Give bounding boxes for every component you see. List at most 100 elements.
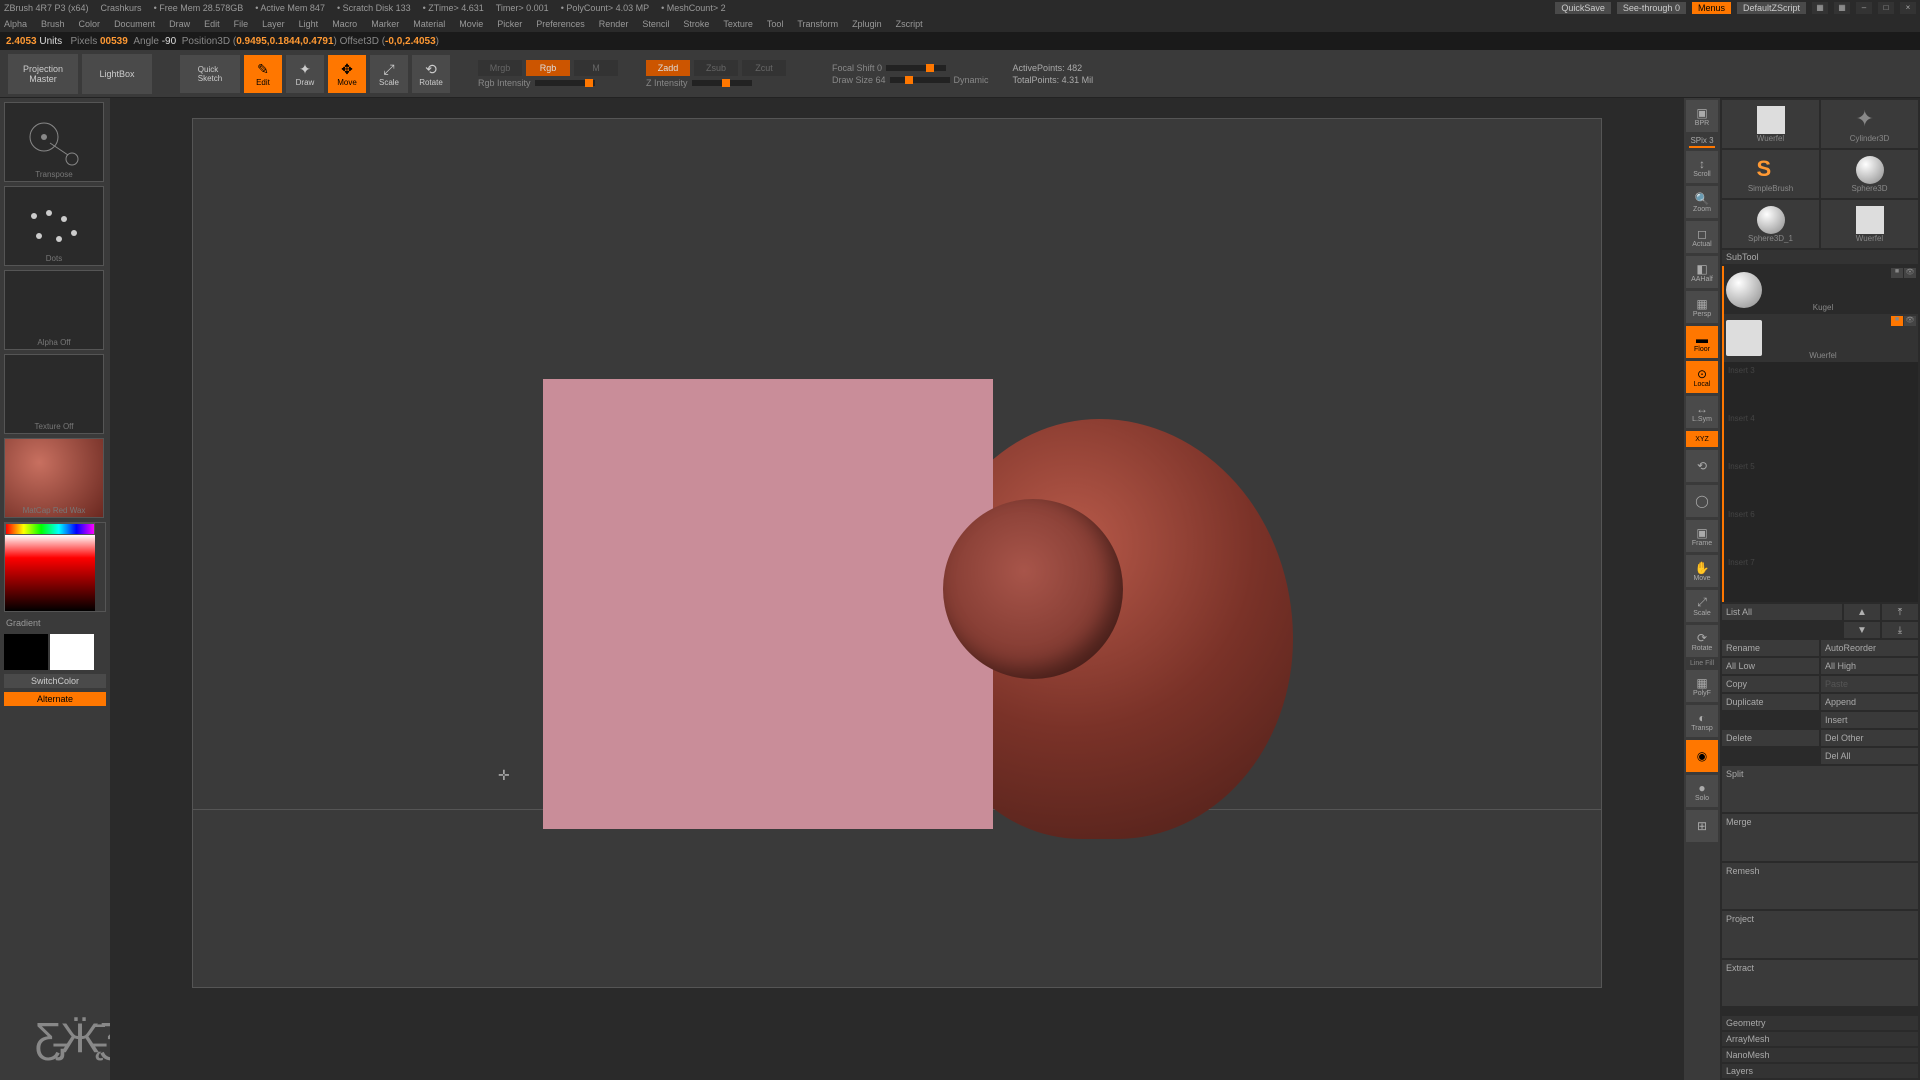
z-intensity-slider[interactable]: [692, 80, 752, 86]
lsym-button[interactable]: ↔L.Sym: [1686, 396, 1718, 428]
draw-size-slider[interactable]: [890, 77, 950, 83]
menu-brush[interactable]: Brush: [41, 19, 65, 29]
tool-cylinder[interactable]: ✦Cylinder3D: [1821, 100, 1918, 148]
extract-button[interactable]: Extract: [1722, 960, 1918, 1006]
move-up-button[interactable]: ▲: [1844, 604, 1880, 620]
texture-slot[interactable]: Texture Off: [4, 354, 104, 434]
vis-toggle[interactable]: 👁: [1904, 268, 1916, 278]
draw-mode-button[interactable]: ✦Draw: [286, 55, 324, 93]
solo-button[interactable]: ●Solo: [1686, 775, 1718, 807]
tool-sphere3d[interactable]: Sphere3D: [1821, 150, 1918, 198]
xpose-button[interactable]: ⊞: [1686, 810, 1718, 842]
color-field[interactable]: [5, 535, 95, 611]
merge-button[interactable]: Merge: [1722, 814, 1918, 860]
edit-mode-button[interactable]: ✎Edit: [244, 55, 282, 93]
menu-light[interactable]: Light: [299, 19, 319, 29]
menu-marker[interactable]: Marker: [371, 19, 399, 29]
scale-mode-button[interactable]: ⤢Scale: [370, 55, 408, 93]
icon-btn-2[interactable]: ▦: [1834, 2, 1850, 14]
icon-btn-1[interactable]: ▦: [1812, 2, 1828, 14]
menu-document[interactable]: Document: [114, 19, 155, 29]
xyz-button[interactable]: XYZ: [1686, 431, 1718, 447]
see-through-slider[interactable]: See-through 0: [1617, 2, 1686, 14]
paste-button[interactable]: Paste: [1821, 676, 1918, 692]
alpha-slot[interactable]: Alpha Off: [4, 270, 104, 350]
rename-button[interactable]: Rename: [1722, 640, 1819, 656]
subtool-wuerfel[interactable]: ■👁 Wuerfel: [1724, 314, 1918, 362]
empty-slot[interactable]: Insert 5: [1724, 458, 1918, 506]
move-top-button[interactable]: ⤒: [1882, 604, 1918, 620]
subtool-header[interactable]: SubTool: [1722, 250, 1918, 264]
menu-stencil[interactable]: Stencil: [642, 19, 669, 29]
zadd-toggle[interactable]: Zadd: [646, 60, 690, 76]
m-toggle[interactable]: M: [574, 60, 618, 76]
transp-button[interactable]: ◐Transp: [1686, 705, 1718, 737]
color-picker[interactable]: [5, 523, 95, 535]
subtool-kugel[interactable]: ■👁 Kugel: [1724, 266, 1918, 314]
nanomesh-header[interactable]: NanoMesh: [1722, 1048, 1918, 1062]
menu-texture[interactable]: Texture: [723, 19, 753, 29]
del-other-button[interactable]: Del Other: [1821, 730, 1918, 746]
zscript-button[interactable]: DefaultZScript: [1737, 2, 1806, 14]
stroke-dots[interactable]: Dots: [4, 186, 104, 266]
move-mode-button[interactable]: ✥Move: [328, 55, 366, 93]
lightbox-button[interactable]: LightBox: [82, 54, 152, 94]
frame-button[interactable]: ▣Frame: [1686, 520, 1718, 552]
rgb-intensity-slider[interactable]: [535, 80, 595, 86]
spix-value[interactable]: SPix 3: [1689, 135, 1714, 148]
split-button[interactable]: Split: [1722, 766, 1918, 812]
move-bottom-button[interactable]: ⤓: [1882, 622, 1918, 638]
alternate-button[interactable]: Alternate: [4, 692, 106, 706]
viewport[interactable]: ✛: [192, 118, 1602, 988]
paint-toggle[interactable]: ■: [1891, 316, 1903, 326]
gradient-label[interactable]: Gradient: [4, 616, 106, 630]
menu-zplugin[interactable]: Zplugin: [852, 19, 882, 29]
menu-zscript[interactable]: Zscript: [896, 19, 923, 29]
empty-slot[interactable]: Insert 3: [1724, 362, 1918, 410]
project-button[interactable]: Project: [1722, 911, 1918, 957]
quick-sketch-button[interactable]: Quick Sketch: [180, 55, 240, 93]
ghost-button[interactable]: ◉: [1686, 740, 1718, 772]
switch-color-button[interactable]: SwitchColor: [4, 674, 106, 688]
actual-button[interactable]: ◻Actual: [1686, 221, 1718, 253]
paint-toggle[interactable]: ■: [1891, 268, 1903, 278]
geometry-header[interactable]: Geometry: [1722, 1016, 1918, 1030]
close-button[interactable]: ×: [1900, 2, 1916, 14]
remesh-button[interactable]: Remesh: [1722, 863, 1918, 909]
secondary-color[interactable]: [4, 634, 48, 670]
menu-alpha[interactable]: Alpha: [4, 19, 27, 29]
menu-render[interactable]: Render: [599, 19, 629, 29]
del-all-button[interactable]: Del All: [1821, 748, 1918, 764]
menu-stroke[interactable]: Stroke: [683, 19, 709, 29]
sculpt-mesh[interactable]: [543, 379, 1243, 839]
empty-slot[interactable]: Insert 6: [1724, 506, 1918, 554]
all-low-button[interactable]: All Low: [1722, 658, 1819, 674]
rotate-mode-button[interactable]: ⟲Rotate: [412, 55, 450, 93]
zoom-button[interactable]: 🔍Zoom: [1686, 186, 1718, 218]
rotate-view-button[interactable]: ⟳Rotate: [1686, 625, 1718, 657]
menu-file[interactable]: File: [234, 19, 249, 29]
rgb-toggle[interactable]: Rgb: [526, 60, 570, 76]
quicksave-button[interactable]: QuickSave: [1555, 2, 1611, 14]
menus-toggle[interactable]: Menus: [1692, 2, 1731, 14]
menu-picker[interactable]: Picker: [497, 19, 522, 29]
primary-color[interactable]: [50, 634, 94, 670]
autoreorder-button[interactable]: AutoReorder: [1821, 640, 1918, 656]
vis-toggle[interactable]: 👁: [1904, 316, 1916, 326]
menu-macro[interactable]: Macro: [332, 19, 357, 29]
nav-button-1[interactable]: ⟲: [1686, 450, 1718, 482]
copy-button[interactable]: Copy: [1722, 676, 1819, 692]
menu-material[interactable]: Material: [413, 19, 445, 29]
list-all-button[interactable]: List All: [1722, 604, 1842, 620]
material-slot[interactable]: MatCap Red Wax: [4, 438, 104, 518]
persp-button[interactable]: ▦Persp: [1686, 291, 1718, 323]
menu-movie[interactable]: Movie: [459, 19, 483, 29]
menu-layer[interactable]: Layer: [262, 19, 285, 29]
move-view-button[interactable]: ✋Move: [1686, 555, 1718, 587]
menu-tool[interactable]: Tool: [767, 19, 784, 29]
tool-simplebrush[interactable]: SSimpleBrush: [1722, 150, 1819, 198]
arraymesh-header[interactable]: ArrayMesh: [1722, 1032, 1918, 1046]
layers-header[interactable]: Layers: [1722, 1064, 1918, 1078]
tool-wuerfel[interactable]: Wuerfel: [1722, 100, 1819, 148]
menu-color[interactable]: Color: [79, 19, 101, 29]
